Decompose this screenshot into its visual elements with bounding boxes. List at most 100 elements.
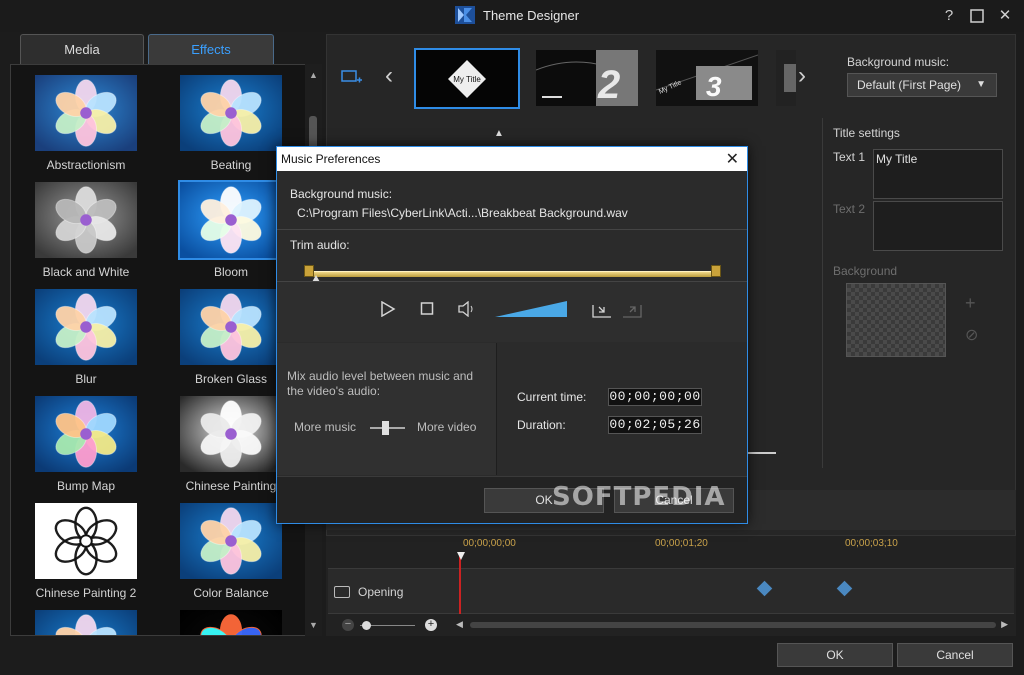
effect-item[interactable]: Abstractionism (11, 73, 161, 172)
mix-audio-knob[interactable] (382, 421, 389, 435)
slide-4-partial[interactable] (776, 50, 796, 106)
scroll-right-icon[interactable]: ▶ (1001, 619, 1008, 630)
effect-item[interactable]: Black and White (11, 180, 161, 279)
effect-item[interactable]: Bump Map (11, 394, 161, 493)
dialog-bg-music-label: Background music: (290, 187, 393, 201)
chevron-right-icon[interactable]: › (798, 62, 806, 90)
chevron-left-icon[interactable]: ‹ (385, 62, 393, 90)
music-preferences-dialog: Music Preferences ✕ Background music: C:… (276, 146, 748, 524)
background-music-select[interactable]: Default (First Page) ▼ (847, 73, 997, 97)
title-settings-heading: Title settings (833, 126, 900, 140)
effect-thumbnail[interactable] (178, 608, 284, 635)
current-time-value: 00;00;00;00 (608, 388, 702, 406)
dialog-separator (277, 229, 747, 230)
effect-label: Black and White (42, 265, 130, 279)
text1-field[interactable]: My Title (873, 149, 1003, 199)
close-icon[interactable]: ✕ (994, 6, 1016, 26)
watermark: SOFTPEDIA (552, 482, 726, 512)
effect-item[interactable] (11, 608, 161, 635)
effect-label: Color Balance (193, 586, 269, 600)
background-preview[interactable] (846, 283, 946, 357)
add-slide-icon[interactable] (341, 68, 363, 89)
mix-audio-section (277, 343, 497, 475)
title-bar: Theme Designer ? ✕ (0, 0, 1024, 32)
timeline-scroll-track[interactable] (470, 622, 996, 628)
duration-value: 00;02;05;26 (608, 416, 702, 434)
play-icon[interactable] (380, 301, 396, 317)
tab-media[interactable]: Media (20, 34, 144, 64)
background-music-value: Default (First Page) (857, 78, 962, 92)
effect-label: Bump Map (56, 479, 116, 493)
chevron-down-icon: ▼ (976, 79, 986, 90)
effect-thumbnail[interactable] (178, 394, 284, 474)
app-logo-icon (455, 6, 475, 24)
zoom-slider-knob[interactable] (362, 621, 371, 630)
timeline-track[interactable] (328, 568, 1014, 614)
zoom-out-icon[interactable]: − (342, 619, 354, 631)
mix-audio-text-1: Mix audio level between music and (287, 369, 474, 383)
scroll-down-icon[interactable]: ▼ (309, 620, 318, 630)
effect-thumbnail[interactable] (33, 180, 139, 260)
effect-label: Chinese Painting 2 (35, 586, 137, 600)
window-title: Theme Designer (483, 8, 580, 23)
slide-1-label: My Title (453, 75, 481, 84)
slide-2-label: 2 (597, 63, 620, 106)
ok-button[interactable]: OK (777, 643, 893, 667)
scroll-left-icon[interactable]: ◀ (456, 619, 463, 630)
effect-item[interactable] (156, 608, 306, 635)
stop-icon[interactable] (420, 301, 434, 315)
effect-label: Blur (75, 372, 97, 386)
text1-label: Text 1 (833, 150, 866, 164)
effect-thumbnail[interactable] (33, 608, 139, 635)
slide-3-label: 3 (706, 71, 722, 102)
track-label: Opening (358, 585, 404, 599)
trim-range-bar[interactable] (309, 271, 717, 277)
tab-effects[interactable]: Effects (148, 34, 274, 64)
timeline-mark-0: 00;00;00;00 (463, 538, 516, 549)
volume-icon[interactable] (457, 301, 477, 317)
slide-3[interactable]: 3 My Title (656, 50, 758, 106)
canvas-separator (822, 118, 823, 468)
effect-thumbnail[interactable] (33, 501, 139, 581)
background-label: Background (833, 264, 898, 278)
more-video-label: More video (417, 420, 477, 434)
slide-1[interactable]: My Title (414, 48, 520, 109)
effect-thumbnail[interactable] (33, 73, 139, 153)
effect-thumbnail[interactable] (178, 180, 284, 260)
remove-background-icon[interactable]: ⊘ (965, 325, 978, 345)
duration-label: Duration: (517, 418, 566, 432)
cancel-button[interactable]: Cancel (897, 643, 1013, 667)
effect-item[interactable]: Chinese Painting 2 (11, 501, 161, 600)
effect-thumbnail[interactable] (178, 501, 284, 581)
more-music-label: More music (294, 420, 357, 434)
question-mark-icon[interactable]: ? (938, 6, 960, 26)
trim-audio-label: Trim audio: (290, 238, 350, 252)
effect-thumbnail[interactable] (33, 394, 139, 474)
time-info-section (499, 343, 747, 475)
effect-item[interactable]: Blur (11, 287, 161, 386)
set-mark-in-icon[interactable] (591, 301, 613, 319)
slide-2[interactable]: 2 (536, 50, 638, 106)
effect-thumbnail[interactable] (33, 287, 139, 367)
dialog-bg-music-path: C:\Program Files\CyberLink\Acti...\Break… (297, 206, 628, 220)
zoom-in-icon[interactable]: + (425, 619, 437, 631)
background-music-label: Background music: (847, 55, 950, 69)
dialog-close-icon[interactable]: ✕ (726, 149, 739, 169)
effect-thumbnail[interactable] (178, 287, 284, 367)
timeline-scrollbar[interactable]: ◀ ▶ (456, 619, 1010, 631)
trim-end-handle[interactable] (711, 265, 721, 277)
timeline-ruler[interactable]: 00;00;00;00 00;00;01;20 00;00;03;10 (455, 538, 1010, 562)
scroll-up-icon[interactable]: ▲ (309, 70, 318, 80)
timeline-mark-1: 00;00;01;20 (655, 538, 708, 549)
add-background-icon[interactable]: + (965, 293, 976, 314)
effect-thumbnail[interactable] (178, 73, 284, 153)
dialog-title: Music Preferences (281, 152, 381, 166)
volume-slider[interactable] (495, 301, 567, 317)
resize-handle-icon[interactable]: ▲ (494, 128, 504, 139)
current-time-label: Current time: (517, 390, 587, 404)
text2-field[interactable] (873, 201, 1003, 251)
maximize-icon[interactable] (966, 6, 988, 26)
playhead-marker-icon[interactable] (457, 552, 465, 560)
playhead[interactable] (459, 554, 461, 614)
set-mark-out-icon[interactable] (621, 301, 643, 319)
